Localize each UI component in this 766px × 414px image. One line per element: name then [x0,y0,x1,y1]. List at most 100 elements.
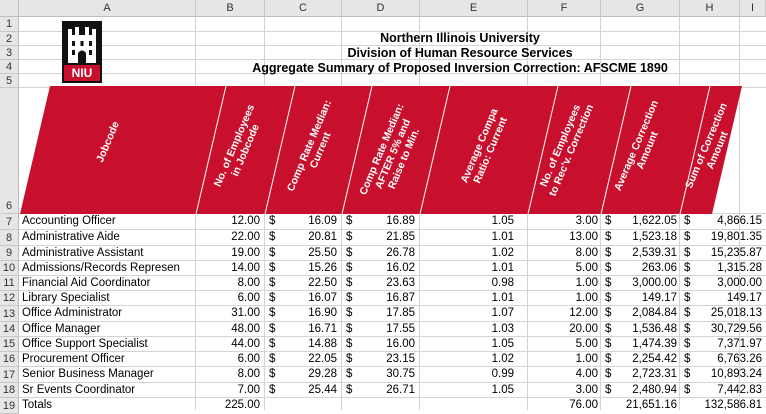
row-header-1[interactable]: 1 [0,17,19,32]
cell-jobcode[interactable]: Administrative Assistant [22,246,194,261]
cell-compa[interactable]: 1.05 [420,383,528,398]
row-header-10[interactable]: 10 [0,261,19,276]
cell-compa[interactable]: 1.01 [420,261,528,276]
cell-avg-correction[interactable]: 2,254.42 [601,352,680,367]
row-header-9[interactable]: 9 [0,246,19,261]
cell-employees[interactable]: 8.00 [196,367,265,382]
cell-sum-correction[interactable]: 6,763.26 [680,352,764,367]
cell-sum-correction[interactable]: 15,235.87 [680,246,764,261]
column-header-g[interactable]: G [601,0,680,17]
cell-avg-correction[interactable]: 1,474.39 [601,337,680,352]
cell-avg-correction[interactable]: 3,000.00 [601,276,680,291]
row-header-4[interactable]: 4 [0,60,19,74]
row-header-12[interactable]: 12 [0,291,19,306]
cell-jobcode[interactable]: Office Manager [22,322,194,337]
column-header-c[interactable]: C [265,0,342,17]
column-header-a[interactable]: A [19,0,196,17]
cell-jobcode[interactable]: Office Support Specialist [22,337,194,352]
row-header-13[interactable]: 13 [0,306,19,322]
column-header-f[interactable]: F [528,0,601,17]
cell-jobcode[interactable]: Administrative Aide [22,230,194,245]
cell-avg-correction[interactable]: 2,723.31 [601,367,680,382]
cell-avg-correction[interactable]: 149.17 [601,291,680,306]
cell-jobcode[interactable]: Admissions/Records Represen [22,261,194,276]
cell-comp-after[interactable]: 23.63 [342,276,420,291]
cell-compa[interactable]: 0.99 [420,367,528,382]
cell-employees[interactable]: 19.00 [196,246,265,261]
cell-employees-correction[interactable]: 3.00 [528,383,601,398]
cell-comp-after[interactable]: 16.89 [342,214,420,229]
cell-totals-avg[interactable]: 21,651.16 [601,398,680,413]
cell-employees-correction[interactable]: 1.00 [528,352,601,367]
cell-avg-correction[interactable]: 263.06 [601,261,680,276]
cell-comp-current[interactable]: 25.44 [265,383,342,398]
cell-compa[interactable]: 1.02 [420,352,528,367]
row-header-2[interactable]: 2 [0,32,19,46]
cell-avg-correction[interactable]: 1,536.48 [601,322,680,337]
cell-compa[interactable]: 1.05 [420,214,528,229]
cell-jobcode[interactable]: Procurement Officer [22,352,194,367]
cell-jobcode[interactable]: Accounting Officer [22,214,194,229]
cell-jobcode[interactable]: Financial Aid Coordinator [22,276,194,291]
cell-employees-correction[interactable]: 13.00 [528,230,601,245]
cell-avg-correction[interactable]: 2,480.94 [601,383,680,398]
cell-compa[interactable]: 1.03 [420,322,528,337]
cell-sum-correction[interactable]: 7,371.97 [680,337,764,352]
cell-employees[interactable]: 6.00 [196,352,265,367]
row-header-17[interactable]: 17 [0,367,19,383]
cell-sum-correction[interactable]: 7,442.83 [680,383,764,398]
cell-employees-correction[interactable]: 5.00 [528,261,601,276]
cell-sum-correction[interactable]: 19,801.35 [680,230,764,245]
cell-totals-label[interactable]: Totals [22,398,194,413]
cell-employees[interactable]: 8.00 [196,276,265,291]
cell-avg-correction[interactable]: 2,539.31 [601,246,680,261]
cell-comp-after[interactable]: 16.00 [342,337,420,352]
cell-comp-current[interactable]: 14.88 [265,337,342,352]
column-header-h[interactable]: H [680,0,740,17]
cell-comp-after[interactable]: 30.75 [342,367,420,382]
cell-comp-current[interactable]: 16.09 [265,214,342,229]
cell-employees-correction[interactable]: 5.00 [528,337,601,352]
cell-employees[interactable]: 48.00 [196,322,265,337]
cell-employees[interactable]: 44.00 [196,337,265,352]
cell-comp-after[interactable]: 26.78 [342,246,420,261]
cell-compa[interactable]: 0.98 [420,276,528,291]
column-header-d[interactable]: D [342,0,420,17]
cell-comp-after[interactable]: 21.85 [342,230,420,245]
cell-sum-correction[interactable]: 30,729.56 [680,322,764,337]
column-header-i[interactable]: I [740,0,766,17]
cell-employees[interactable]: 31.00 [196,306,265,321]
cell-sum-correction[interactable]: 149.17 [680,291,764,306]
cell-comp-current[interactable]: 16.90 [265,306,342,321]
cell-comp-current[interactable]: 20.81 [265,230,342,245]
cell-sum-correction[interactable]: 1,315.28 [680,261,764,276]
cell-comp-current[interactable]: 15.26 [265,261,342,276]
cell-comp-current[interactable]: 29.28 [265,367,342,382]
column-header-b[interactable]: B [196,0,265,17]
cell-avg-correction[interactable]: 1,622.05 [601,214,680,229]
row-header-3[interactable]: 3 [0,46,19,60]
row-header-18[interactable]: 18 [0,383,19,398]
cell-sum-correction[interactable]: 4,866.15 [680,214,764,229]
row-header-8[interactable]: 8 [0,230,19,246]
cell-employees-correction[interactable]: 20.00 [528,322,601,337]
cell-comp-after[interactable]: 26.71 [342,383,420,398]
cell-employees-correction[interactable]: 4.00 [528,367,601,382]
column-header-e[interactable]: E [420,0,528,17]
cell-comp-after[interactable]: 17.55 [342,322,420,337]
cell-compa[interactable]: 1.07 [420,306,528,321]
cell-comp-current[interactable]: 16.07 [265,291,342,306]
cell-jobcode[interactable]: Office Administrator [22,306,194,321]
cell-compa[interactable]: 1.02 [420,246,528,261]
cell-employees[interactable]: 6.00 [196,291,265,306]
cell-comp-current[interactable]: 22.05 [265,352,342,367]
cell-jobcode[interactable]: Senior Business Manager [22,367,194,382]
row-header-19[interactable]: 19 [0,398,19,414]
cell-comp-after[interactable]: 16.02 [342,261,420,276]
cell-comp-after[interactable]: 17.85 [342,306,420,321]
cell-employees-correction[interactable]: 3.00 [528,214,601,229]
row-header-11[interactable]: 11 [0,276,19,291]
cell-sum-correction[interactable]: 25,018.13 [680,306,764,321]
cell-comp-current[interactable]: 25.50 [265,246,342,261]
cell-employees[interactable]: 7.00 [196,383,265,398]
